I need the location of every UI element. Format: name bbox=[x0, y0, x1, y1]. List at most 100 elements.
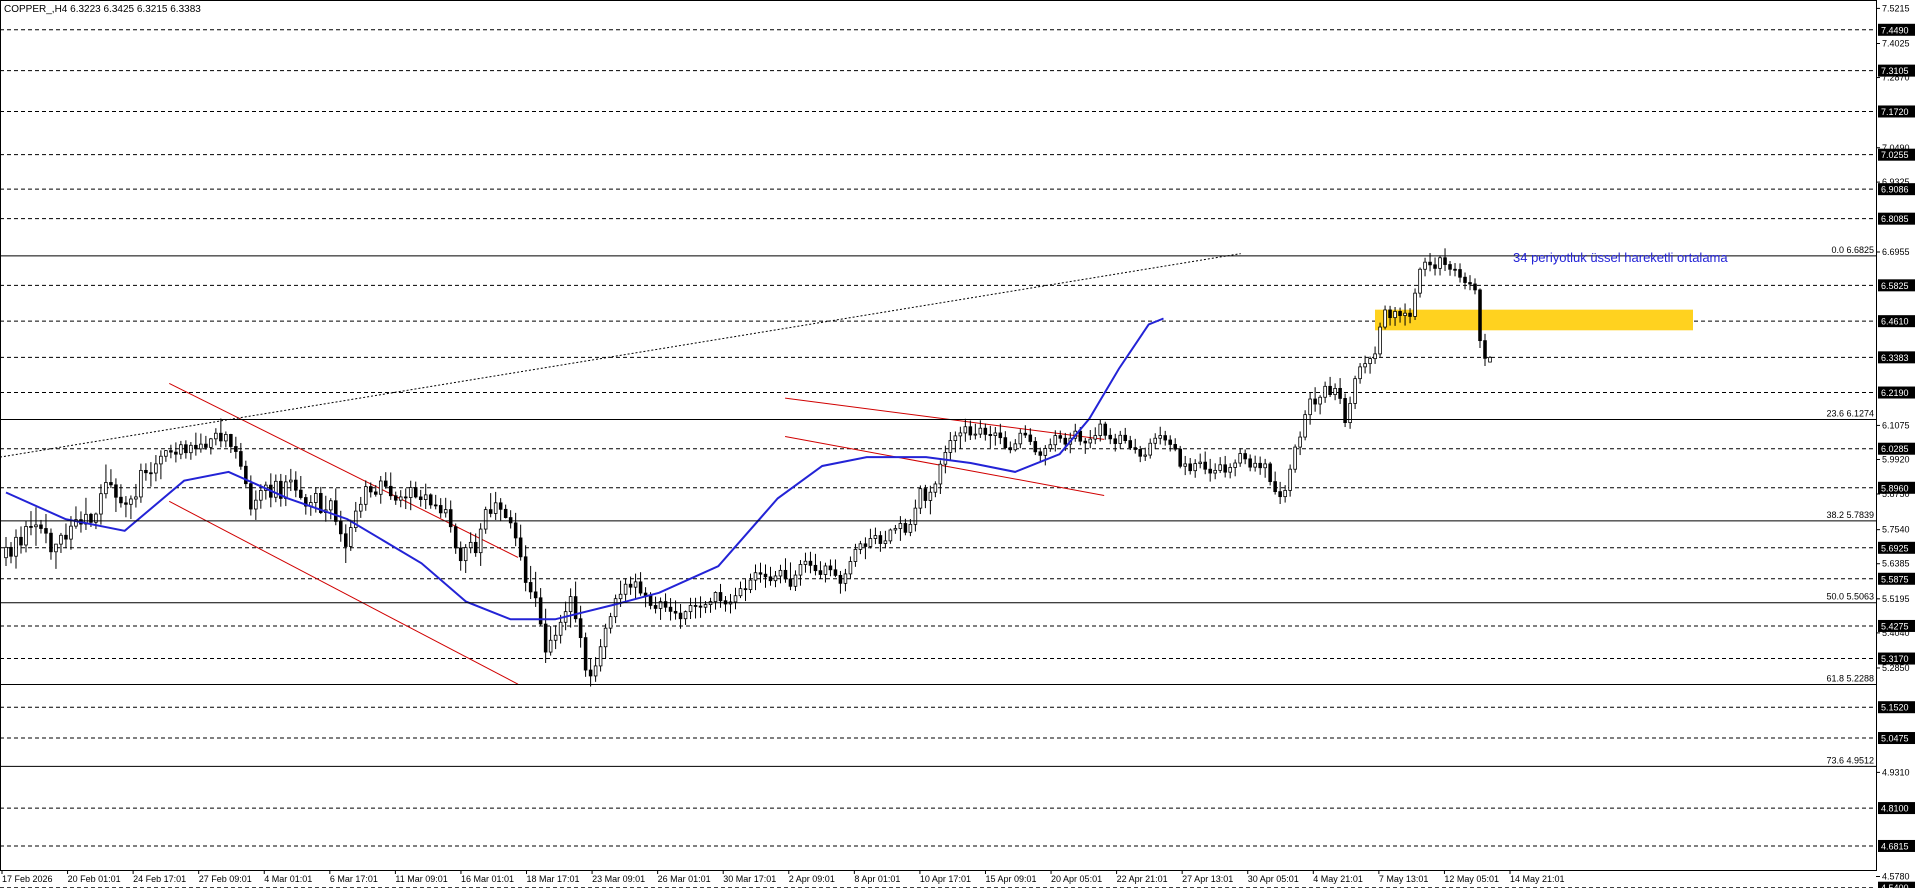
candle-body-up bbox=[1093, 435, 1098, 440]
x-tick-label: 18 Mar 17:01 bbox=[527, 874, 580, 884]
candle-body-up bbox=[1218, 464, 1222, 471]
candle-body-up bbox=[688, 605, 693, 613]
candle-body-down bbox=[1003, 437, 1008, 449]
candle-body-down bbox=[299, 489, 303, 498]
candle-body-up bbox=[888, 529, 893, 542]
candle-body-up bbox=[953, 435, 958, 442]
x-tick-label: 16 Mar 01:01 bbox=[461, 874, 514, 884]
fib-label: 61.8 5.2288 bbox=[1826, 674, 1874, 684]
candle-body-up bbox=[1213, 469, 1217, 474]
candle-body-up bbox=[1238, 453, 1242, 464]
candle-body-down bbox=[863, 543, 868, 547]
candle-body-down bbox=[1208, 468, 1212, 474]
x-tick-label: 27 Feb 09:01 bbox=[199, 874, 252, 884]
candle-body-down bbox=[1178, 448, 1182, 467]
candle-body-up bbox=[378, 480, 383, 495]
candle-body-up bbox=[938, 463, 943, 485]
candle-body-up bbox=[943, 451, 948, 465]
candle-body-down bbox=[498, 502, 503, 510]
candle-body-down bbox=[1058, 435, 1063, 439]
candle-body-up bbox=[69, 525, 73, 540]
candle-body-down bbox=[763, 573, 768, 578]
price-axis[interactable]: 7.52157.40257.28707.04906.93256.69556.10… bbox=[1876, 3, 1915, 888]
level-price-label: 5.4275 bbox=[1881, 621, 1909, 631]
candle-body-down bbox=[1023, 432, 1028, 436]
candle-body-down bbox=[249, 483, 253, 510]
candle-body-up bbox=[613, 598, 618, 618]
candle-body-down bbox=[1203, 461, 1207, 470]
x-tick-label: 7 May 13:01 bbox=[1379, 874, 1429, 884]
candle-body-up bbox=[408, 487, 413, 498]
candle-body-down bbox=[1128, 440, 1133, 449]
candle-body-up bbox=[189, 444, 193, 454]
x-tick-label: 4 Mar 01:01 bbox=[264, 874, 312, 884]
candle-body-down bbox=[673, 610, 678, 614]
candle-body-down bbox=[1458, 269, 1462, 278]
candle-body-up bbox=[493, 502, 498, 514]
candle-body-up bbox=[748, 579, 753, 590]
candle-body-up bbox=[948, 440, 953, 453]
candle-body-up bbox=[1088, 438, 1093, 444]
candle-body-up bbox=[1293, 446, 1297, 470]
level-price-label: 5.8960 bbox=[1881, 483, 1909, 493]
candle-body-up bbox=[973, 433, 978, 436]
candle-body-up bbox=[913, 507, 918, 525]
candle-body-down bbox=[1083, 440, 1088, 444]
candle bbox=[1478, 288, 1482, 348]
candle-body-up bbox=[1413, 292, 1417, 317]
candle-body-up bbox=[753, 572, 758, 581]
candle-body-up bbox=[134, 496, 138, 500]
candle-body-down bbox=[808, 560, 813, 566]
candle-body-down bbox=[1478, 289, 1482, 342]
y-tick-label: 6.6955 bbox=[1882, 247, 1910, 257]
candle-body-up bbox=[883, 540, 888, 544]
y-tick-label: 5.5195 bbox=[1882, 594, 1910, 604]
candle-body-down bbox=[508, 517, 513, 524]
candle-body-down bbox=[1038, 451, 1043, 456]
candle-body-down bbox=[1063, 437, 1068, 445]
candle-body-up bbox=[618, 593, 623, 600]
candle-body-up bbox=[463, 547, 468, 562]
candle-body-down bbox=[229, 434, 233, 447]
level-price-label: 6.2190 bbox=[1881, 388, 1909, 398]
candle-body-down bbox=[628, 583, 633, 588]
time-axis[interactable]: 17 Feb 2026 20 Feb 01:01 24 Feb 17:01 27 Fe… bbox=[1, 870, 1565, 884]
candle bbox=[1378, 322, 1382, 357]
candle-body-down bbox=[9, 546, 13, 557]
candle-body-up bbox=[963, 426, 968, 434]
candle-body-down bbox=[343, 533, 348, 547]
candle-body-up bbox=[1488, 356, 1492, 363]
candle-body-down bbox=[1463, 276, 1467, 283]
candle-body-down bbox=[124, 502, 128, 505]
candle-body-up bbox=[224, 434, 228, 442]
level-price-label: 6.0285 bbox=[1881, 444, 1909, 454]
candle-body-up bbox=[608, 616, 613, 629]
candle-body-up bbox=[1043, 448, 1048, 456]
candle-body-up bbox=[958, 432, 963, 437]
candle-body-up bbox=[993, 432, 998, 436]
candle-body-up bbox=[289, 479, 293, 483]
candle-body-down bbox=[653, 605, 658, 609]
candle-body-down bbox=[149, 472, 153, 475]
candle-body-down bbox=[818, 570, 823, 575]
candle-body-up bbox=[1383, 309, 1387, 328]
level-price-label: 7.4490 bbox=[1881, 25, 1909, 35]
candle-body-up bbox=[1283, 490, 1287, 498]
candle-body-down bbox=[339, 521, 343, 535]
candle-body-up bbox=[1183, 463, 1187, 467]
price-chart[interactable]: 0.0 6.6825 23.6 6.1274 38.2 5.7839 50.0 5.5… bbox=[0, 0, 1916, 888]
candle-body-up bbox=[139, 469, 143, 498]
candle-body-up bbox=[34, 524, 38, 528]
candle-body-up bbox=[209, 438, 213, 448]
x-tick-label: 8 Apr 01:01 bbox=[854, 874, 900, 884]
candle-body-up bbox=[1193, 463, 1197, 472]
candle-body-down bbox=[433, 504, 438, 507]
candle-body-down bbox=[668, 606, 673, 612]
candle-body-down bbox=[528, 582, 533, 593]
candle-body-up bbox=[603, 627, 608, 648]
candle-body-up bbox=[803, 560, 808, 565]
y-tick-label: 7.4025 bbox=[1882, 39, 1910, 49]
candle-body-up bbox=[1013, 443, 1018, 451]
candle-body-down bbox=[583, 637, 588, 671]
candle-body-up bbox=[778, 569, 783, 577]
